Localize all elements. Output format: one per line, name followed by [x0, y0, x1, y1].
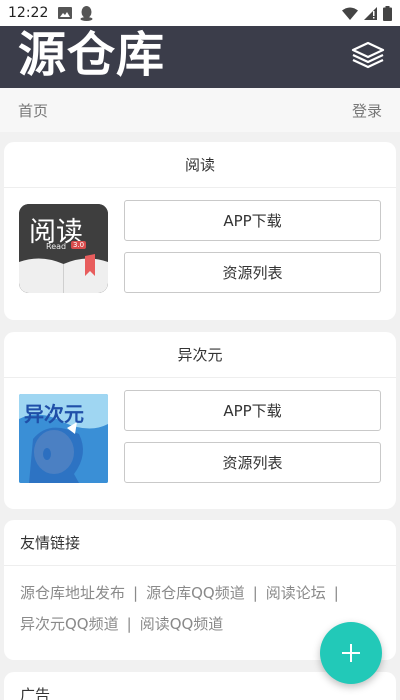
- friend-link[interactable]: 阅读QQ频道: [140, 615, 224, 633]
- friend-link[interactable]: 异次元QQ频道: [20, 615, 119, 633]
- yiciyuan-resource-list-button[interactable]: 资源列表: [124, 442, 381, 483]
- friend-link[interactable]: 源仓库QQ频道: [146, 584, 245, 602]
- link-separator: |: [126, 615, 132, 633]
- card-title: 阅读: [4, 142, 396, 188]
- status-time: 12:22: [8, 5, 49, 21]
- card-body: 阅读 Read 3.0 APP下载 资源列表: [4, 188, 396, 318]
- link-separator: |: [333, 584, 339, 602]
- read-resource-list-button[interactable]: 资源列表: [124, 252, 381, 293]
- status-bar: 12:22: [0, 0, 400, 26]
- read-app-download-button[interactable]: APP下载: [124, 200, 381, 241]
- qq-notification-icon: [80, 5, 93, 21]
- read-icon-sub: Read: [46, 242, 67, 251]
- nav-home-link[interactable]: 首页: [18, 100, 48, 121]
- yiciyuan-icon-text: 异次元: [24, 402, 84, 426]
- app-title: 源仓库: [18, 27, 166, 83]
- plus-icon: [342, 644, 360, 662]
- layers-menu-icon[interactable]: [350, 38, 386, 74]
- yiciyuan-app-download-button[interactable]: APP下载: [124, 390, 381, 431]
- app-card-yiciyuan: 异次元 异次元 APP下载 资源列表: [4, 332, 396, 509]
- link-separator: |: [252, 584, 258, 602]
- wifi-icon: [342, 7, 358, 20]
- image-notification-icon: [58, 7, 73, 19]
- battery-icon: [383, 5, 392, 21]
- nav-login-link[interactable]: 登录: [352, 100, 382, 121]
- notification-icons: [58, 5, 93, 21]
- friend-links-title: 友情链接: [4, 520, 396, 566]
- read-app-icon: 阅读 Read 3.0: [19, 204, 108, 293]
- yiciyuan-app-icon: 异次元: [19, 394, 108, 483]
- app-header: 源仓库: [0, 26, 400, 88]
- card-title: 异次元: [4, 332, 396, 378]
- app-card-read: 阅读 阅读 Read 3.0 APP下载 资源列表: [4, 142, 396, 320]
- add-fab-button[interactable]: [320, 622, 382, 684]
- signal-icon: [364, 6, 377, 20]
- read-icon-version: 3.0: [71, 241, 87, 249]
- link-separator: |: [133, 584, 139, 602]
- friend-link[interactable]: 源仓库地址发布: [20, 584, 125, 602]
- nav-bar: 首页 登录: [0, 88, 400, 132]
- status-right: [342, 5, 392, 21]
- friend-link[interactable]: 阅读论坛: [266, 584, 326, 602]
- card-body: 异次元 APP下载 资源列表: [4, 378, 396, 508]
